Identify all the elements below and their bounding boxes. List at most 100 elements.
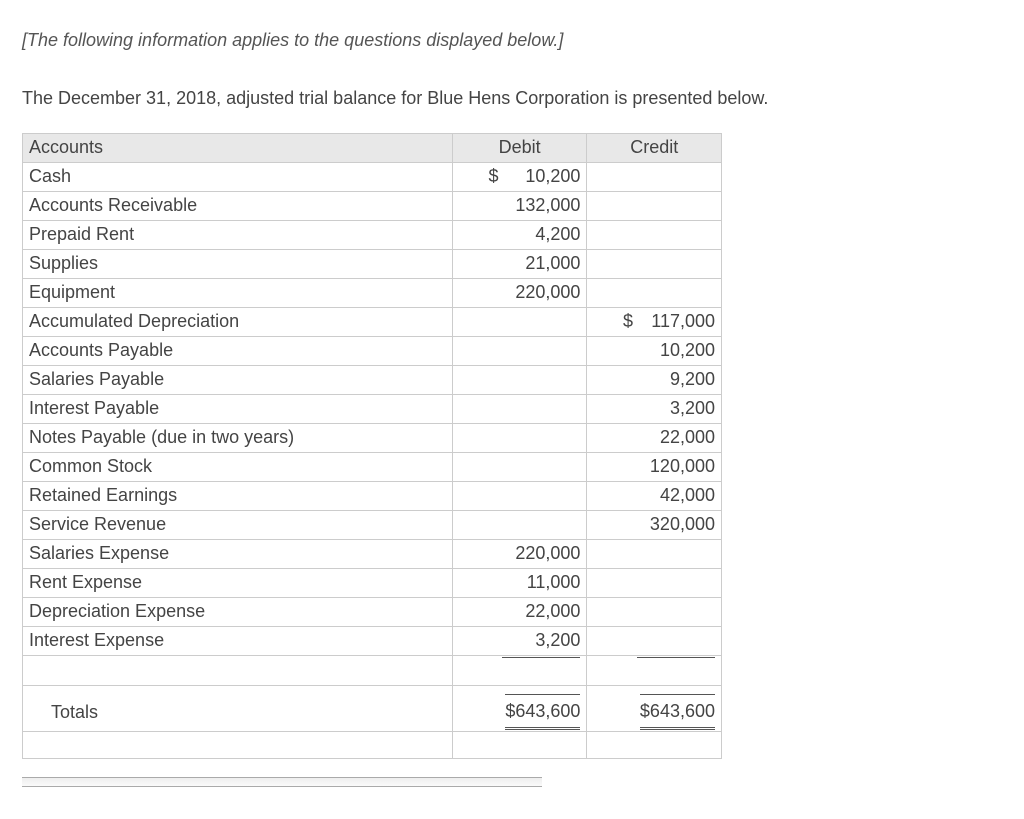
debit-value: 220,000 — [502, 280, 580, 304]
debit-amount — [452, 307, 587, 336]
credit-amount — [587, 220, 722, 249]
table-row: Notes Payable (due in two years) 22,000 — [23, 423, 722, 452]
credit-amount — [587, 626, 722, 655]
credit-amount: 3,200 — [587, 394, 722, 423]
credit-value: 3,200 — [637, 396, 715, 420]
debit-value: 4,200 — [502, 222, 580, 246]
account-name: Rent Expense — [23, 568, 453, 597]
debit-value: 22,000 — [502, 599, 580, 623]
table-row: Equipment 220,000 — [23, 278, 722, 307]
credit-value: 10,200 — [637, 338, 715, 362]
header-credit: Credit — [587, 133, 722, 162]
debit-amount: 220,000 — [452, 539, 587, 568]
credit-value: 9,200 — [637, 367, 715, 391]
debit-amount: 4,200 — [452, 220, 587, 249]
totals-row: Totals $643,600 $643,600 — [23, 685, 722, 731]
credit-amount — [587, 249, 722, 278]
table-row: Accounts Receivable 132,000 — [23, 191, 722, 220]
horizontal-scrollbar[interactable] — [22, 777, 542, 787]
account-name: Common Stock — [23, 452, 453, 481]
debit-value: 21,000 — [502, 251, 580, 275]
debit-value: 11,000 — [502, 570, 580, 594]
table-row: Supplies 21,000 — [23, 249, 722, 278]
debit-amount: 220,000 — [452, 278, 587, 307]
credit-value: 120,000 — [637, 454, 715, 478]
table-row: Prepaid Rent 4,200 — [23, 220, 722, 249]
blank-row — [23, 732, 722, 759]
account-name: Interest Expense — [23, 626, 453, 655]
debit-amount: 22,000 — [452, 597, 587, 626]
table-row: Salaries Payable 9,200 — [23, 365, 722, 394]
debit-amount: 132,000 — [452, 191, 587, 220]
table-row: Common Stock 120,000 — [23, 452, 722, 481]
table-row: Depreciation Expense 22,000 — [23, 597, 722, 626]
debit-amount: 11,000 — [452, 568, 587, 597]
debit-amount — [452, 336, 587, 365]
totals-debit: $643,600 — [505, 694, 580, 730]
table-row: Accumulated Depreciation $117,000 — [23, 307, 722, 336]
credit-amount: 320,000 — [587, 510, 722, 539]
credit-amount — [587, 539, 722, 568]
header-debit: Debit — [452, 133, 587, 162]
table-row: Accounts Payable 10,200 — [23, 336, 722, 365]
debit-value: 3,200 — [502, 628, 580, 652]
table-header-row: Accounts Debit Credit — [23, 133, 722, 162]
account-name: Retained Earnings — [23, 481, 453, 510]
account-name: Accounts Receivable — [23, 191, 453, 220]
account-name: Cash — [23, 162, 453, 191]
account-name: Salaries Expense — [23, 539, 453, 568]
account-name: Salaries Payable — [23, 365, 453, 394]
totals-label: Totals — [23, 685, 453, 731]
credit-amount: 10,200 — [587, 336, 722, 365]
totals-credit: $643,600 — [640, 694, 715, 730]
table-row: Service Revenue 320,000 — [23, 510, 722, 539]
account-name: Prepaid Rent — [23, 220, 453, 249]
currency-symbol: $ — [623, 309, 637, 333]
account-name: Equipment — [23, 278, 453, 307]
credit-amount — [587, 191, 722, 220]
credit-amount — [587, 568, 722, 597]
account-name: Interest Payable — [23, 394, 453, 423]
credit-amount — [587, 278, 722, 307]
debit-amount — [452, 452, 587, 481]
credit-amount: 42,000 — [587, 481, 722, 510]
account-name: Accounts Payable — [23, 336, 453, 365]
credit-amount: $117,000 — [587, 307, 722, 336]
header-accounts: Accounts — [23, 133, 453, 162]
account-name: Supplies — [23, 249, 453, 278]
credit-value: 42,000 — [637, 483, 715, 507]
credit-value: 22,000 — [637, 425, 715, 449]
table-row: Rent Expense 11,000 — [23, 568, 722, 597]
credit-amount: 22,000 — [587, 423, 722, 452]
intro-note: [The following information applies to th… — [22, 28, 1002, 52]
account-name: Notes Payable (due in two years) — [23, 423, 453, 452]
table-row: Interest Payable 3,200 — [23, 394, 722, 423]
table-row: Salaries Expense 220,000 — [23, 539, 722, 568]
debit-value: 220,000 — [502, 541, 580, 565]
table-row: Cash$10,200 — [23, 162, 722, 191]
credit-value: 320,000 — [637, 512, 715, 536]
table-row: Retained Earnings 42,000 — [23, 481, 722, 510]
table-row: Interest Expense 3,200 — [23, 626, 722, 655]
debit-amount: 21,000 — [452, 249, 587, 278]
subtotal-rule-row — [23, 655, 722, 685]
lead-text: The December 31, 2018, adjusted trial ba… — [22, 86, 1002, 110]
credit-amount — [587, 162, 722, 191]
debit-amount — [452, 510, 587, 539]
currency-symbol: $ — [488, 164, 502, 188]
debit-value: 10,200 — [502, 164, 580, 188]
debit-amount — [452, 423, 587, 452]
debit-amount: $10,200 — [452, 162, 587, 191]
debit-amount — [452, 394, 587, 423]
trial-balance-table: Accounts Debit Credit Cash$10,200Account… — [22, 133, 722, 760]
debit-amount — [452, 365, 587, 394]
debit-value: 132,000 — [502, 193, 580, 217]
account-name: Service Revenue — [23, 510, 453, 539]
credit-amount: 9,200 — [587, 365, 722, 394]
account-name: Accumulated Depreciation — [23, 307, 453, 336]
debit-amount: 3,200 — [452, 626, 587, 655]
debit-amount — [452, 481, 587, 510]
credit-amount — [587, 597, 722, 626]
credit-value: 117,000 — [637, 309, 715, 333]
account-name: Depreciation Expense — [23, 597, 453, 626]
